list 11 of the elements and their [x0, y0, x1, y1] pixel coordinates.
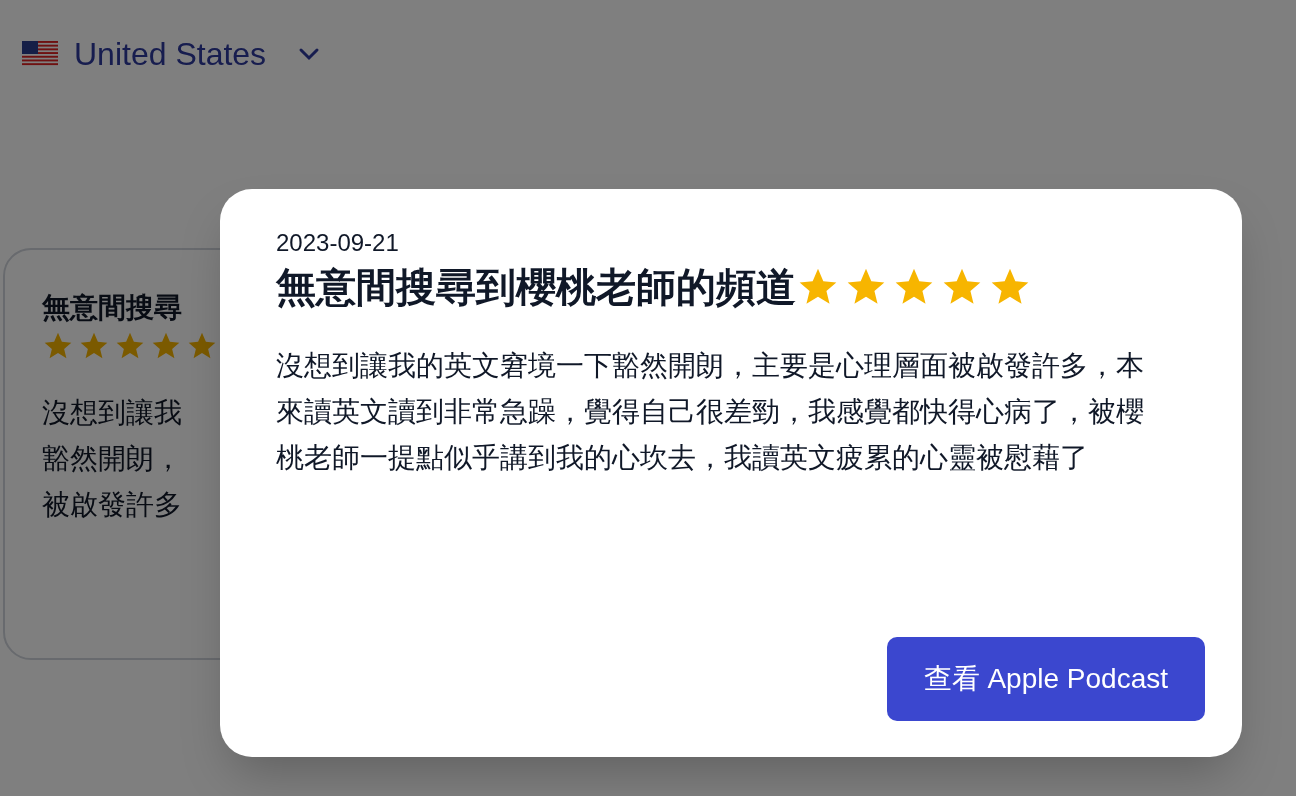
flag-icon [22, 41, 58, 67]
review-text-line: 豁然開朗， [42, 442, 182, 476]
review-text-line: 沒想到讓我 [42, 396, 182, 430]
review-text: 沒想到讓我的英文窘境一下豁然開朗，主要是心理層面被啟發許多，本來讀英文讀到非常急躁，覺得自己很差勁，我感覺都快得心病了，被櫻桃老師一提點似乎講到我的心坎去，我讀英文疲累的心靈被慰藉了 [276, 349, 1145, 475]
review-title: 無意間搜尋到櫻桃老師的頻道 [276, 264, 796, 311]
review-title: 無意間搜尋 [42, 291, 182, 325]
review-text-line: 被啟發許多 [42, 488, 182, 522]
review-date: 2023-09-21 [276, 228, 399, 258]
apple-podcast-button[interactable]: 查看 Apple Podcast [886, 637, 1205, 721]
country-selector[interactable]: United States [22, 30, 321, 78]
chevron-down-icon [298, 47, 321, 61]
